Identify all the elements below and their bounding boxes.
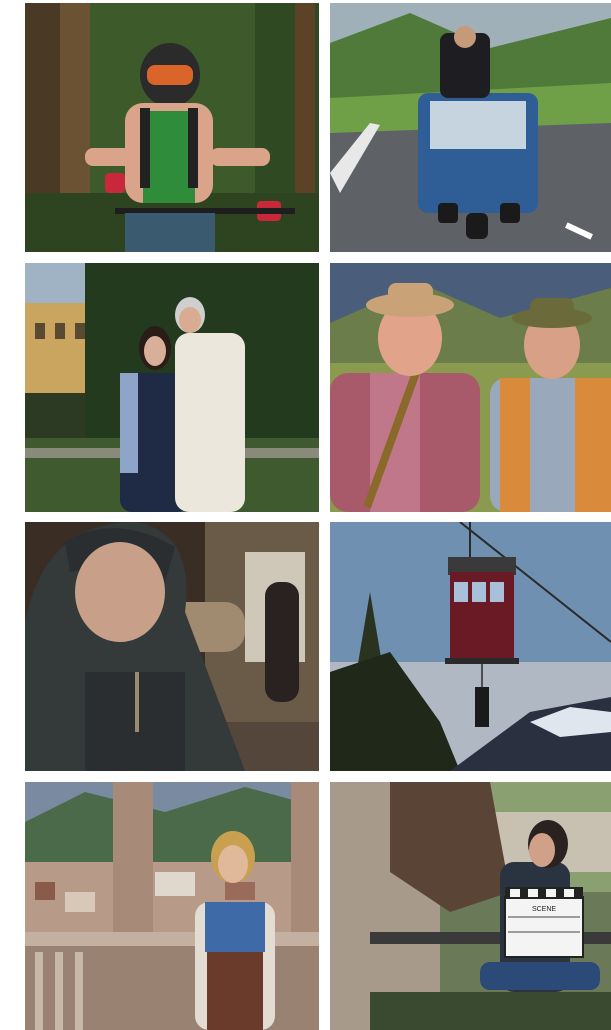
gallery-image-cable-car[interactable] <box>330 522 611 771</box>
mountain-biker-photo <box>25 3 319 252</box>
clapperboard-label: SCENE <box>532 906 556 913</box>
gallery-image-two-men-hats[interactable] <box>330 263 611 512</box>
gallery-image-film-set[interactable]: SCENE <box>330 782 611 1030</box>
couple-villa-photo <box>25 263 319 512</box>
hooded-man-photo <box>25 522 319 771</box>
photo-gallery-grid: SCENE <box>0 0 611 1030</box>
gallery-image-mountain-biker[interactable] <box>25 3 319 252</box>
gallery-image-hooded-man[interactable] <box>25 522 319 771</box>
woman-balcony-photo <box>25 782 319 1030</box>
film-set-photo: SCENE <box>330 782 611 1030</box>
two-men-hats-photo <box>330 263 611 512</box>
gallery-image-woman-balcony[interactable] <box>25 782 319 1030</box>
gallery-image-three-wheeler[interactable] <box>330 3 611 252</box>
cable-car-photo <box>330 522 611 771</box>
gallery-image-couple-villa[interactable] <box>25 263 319 512</box>
three-wheeler-photo <box>330 3 611 252</box>
